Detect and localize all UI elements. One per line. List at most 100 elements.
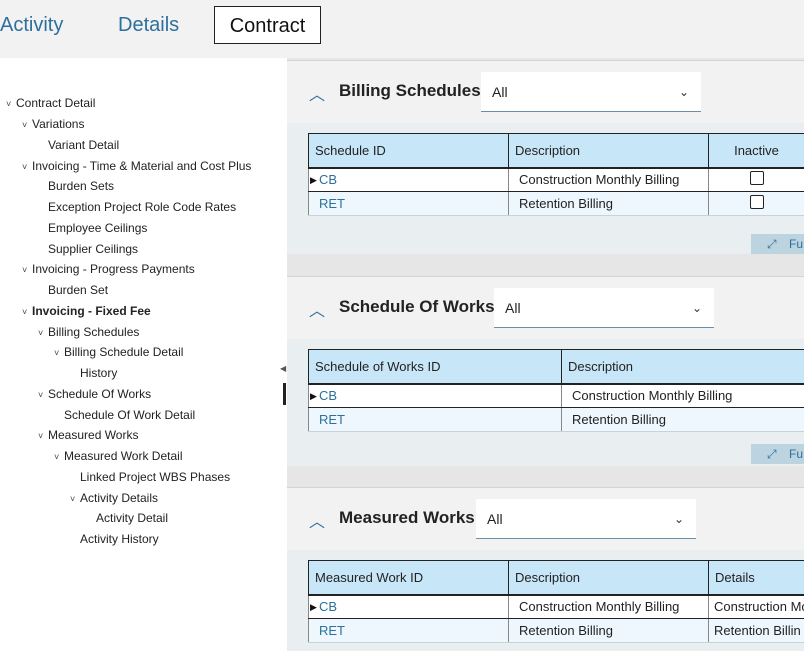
- button-label: Fu: [789, 237, 804, 251]
- column-header[interactable]: Schedule ID: [308, 133, 509, 169]
- tree-item-linked-wbs-phases[interactable]: Linked Project WBS Phases: [80, 469, 230, 485]
- table-row[interactable]: ▶ CB Construction Monthly Billing: [308, 167, 804, 192]
- billing-schedules-table: Schedule ID Description Inactive ▶ CB Con…: [308, 133, 804, 216]
- tree-item-supplier-ceilings[interactable]: Supplier Ceilings: [48, 241, 138, 257]
- section-header: ︿ Billing Schedules All ⌄: [287, 61, 804, 123]
- button-label: Fu: [789, 447, 804, 461]
- tree-item-history[interactable]: History: [80, 365, 117, 381]
- tree-item-burden-set[interactable]: Burden Set: [48, 282, 108, 298]
- tab-activity[interactable]: Activity: [0, 6, 63, 44]
- tree-item-invoicing-fixed-fee[interactable]: ˅ Invoicing - Fixed Fee: [22, 303, 151, 319]
- tree-item-schedule-of-work-detail[interactable]: Schedule Of Work Detail: [64, 407, 195, 423]
- tree-item-label: Billing Schedules: [48, 325, 140, 339]
- tree-item-variations[interactable]: ˅ Variations: [22, 116, 84, 132]
- cell-text: RET: [319, 412, 345, 427]
- chevron-down-icon: ˅: [22, 162, 28, 172]
- expand-arrows-icon: ⤢: [767, 447, 777, 461]
- chevron-down-icon: ˅: [22, 120, 28, 130]
- tree-item-activity-details[interactable]: ˅ Activity Details: [70, 490, 158, 506]
- tree-item-label: Contract Detail: [16, 96, 96, 110]
- tree-item-burden-sets[interactable]: Burden Sets: [48, 178, 114, 194]
- tree-item-label: Exception Project Role Code Rates: [48, 200, 237, 214]
- tree-item-label: Burden Set: [48, 283, 109, 297]
- row-pointer-icon: ▶: [310, 174, 317, 185]
- description-cell: Retention Billing: [561, 407, 804, 432]
- tree-item-schedule-of-works[interactable]: ˅ Schedule Of Works: [38, 386, 151, 402]
- inactive-cell: [708, 191, 804, 216]
- collapse-left-icon[interactable]: ◀: [280, 364, 286, 373]
- tree-item-variant-detail[interactable]: Variant Detail: [48, 137, 119, 153]
- schedule-id-cell[interactable]: RET: [308, 191, 509, 216]
- tree-item-label: Invoicing - Time & Material and Cost Plu…: [32, 159, 252, 173]
- section-title: Measured Works: [339, 508, 475, 527]
- full-screen-button[interactable]: ⤢ Fu: [751, 444, 804, 464]
- tree-item-invoicing-progress[interactable]: ˅ Invoicing - Progress Payments: [22, 261, 195, 277]
- description-cell: Construction Monthly Billing: [508, 594, 709, 619]
- full-screen-button[interactable]: ⤢ Fu: [751, 234, 804, 254]
- billing-filter-select[interactable]: All ⌄: [481, 72, 701, 112]
- schedule-id-cell[interactable]: ▶ CB: [308, 167, 509, 192]
- cell-text: CB: [319, 172, 338, 188]
- description-cell: Construction Monthly Billing: [561, 383, 804, 408]
- billing-schedules-section: ︿ Billing Schedules All ⌄ Schedule ID De…: [287, 60, 804, 254]
- tree-item-measured-work-detail[interactable]: ˅ Measured Work Detail: [54, 448, 183, 464]
- chevron-down-icon: ⌄: [673, 512, 684, 526]
- table-row[interactable]: RET Retention Billing: [308, 191, 804, 216]
- tree-item-exception-rates[interactable]: Exception Project Role Code Rates: [48, 199, 236, 215]
- column-header[interactable]: Details: [708, 560, 804, 596]
- schedule-id-cell[interactable]: RET: [308, 407, 562, 432]
- column-header[interactable]: Inactive: [708, 133, 804, 169]
- collapse-chevron-up-icon[interactable]: ︿: [309, 297, 325, 321]
- tab-details[interactable]: Details: [118, 6, 179, 44]
- inactive-checkbox[interactable]: [749, 171, 764, 186]
- tree-item-label: Employee Ceilings: [48, 221, 148, 235]
- tab-contract[interactable]: Contract: [214, 6, 321, 44]
- column-header[interactable]: Description: [561, 349, 804, 385]
- details-cell: Retention Billin: [708, 618, 804, 643]
- tree-item-label: Schedule Of Works: [48, 387, 152, 401]
- cell-text: RET: [319, 623, 345, 638]
- table-row[interactable]: RET Retention Billing Retention Billin: [308, 618, 804, 643]
- section-title: Billing Schedules: [339, 81, 481, 100]
- tree-item-activity-detail[interactable]: Activity Detail: [96, 510, 168, 526]
- tree-item-billing-schedule-detail[interactable]: ˅ Billing Schedule Detail: [54, 344, 183, 360]
- tree-item-label: Measured Works: [48, 428, 139, 442]
- contract-nav-tree: ˅ Contract Detail ˅ Variations Variant Det…: [0, 58, 287, 651]
- measured-id-cell[interactable]: RET: [308, 618, 509, 643]
- collapse-chevron-up-icon[interactable]: ︿: [309, 508, 325, 532]
- tree-item-invoicing-tm[interactable]: ˅ Invoicing - Time & Material and Cost Pl…: [22, 158, 251, 174]
- table-row[interactable]: RET Retention Billing: [308, 407, 804, 432]
- tree-item-label: Supplier Ceilings: [48, 242, 139, 256]
- section-title: Schedule Of Works: [339, 297, 495, 316]
- tree-item-label: Invoicing - Progress Payments: [32, 262, 195, 276]
- table-row[interactable]: ▶ CB Construction Monthly Billing: [308, 383, 804, 408]
- tree-item-billing-schedules[interactable]: ˅ Billing Schedules: [38, 324, 139, 340]
- column-header[interactable]: Measured Work ID: [308, 560, 509, 596]
- schedule-filter-select[interactable]: All ⌄: [494, 288, 714, 328]
- top-tab-bar: Activity Details Contract: [0, 0, 804, 58]
- chevron-down-icon: ˅: [22, 307, 28, 317]
- tree-item-label: Schedule Of Work Detail: [64, 408, 196, 422]
- chevron-down-icon: ˅: [54, 348, 60, 358]
- table-row[interactable]: ▶ CB Construction Monthly Billing Constru…: [308, 594, 804, 619]
- panel-splitter[interactable]: [283, 383, 286, 405]
- select-value: All: [505, 300, 521, 316]
- tree-item-employee-ceilings[interactable]: Employee Ceilings: [48, 220, 147, 236]
- column-header[interactable]: Schedule of Works ID: [308, 349, 562, 385]
- inactive-checkbox[interactable]: [749, 195, 764, 209]
- description-cell: Retention Billing: [508, 191, 709, 216]
- tree-item-activity-history[interactable]: Activity History: [80, 531, 159, 547]
- schedule-of-works-table: Schedule of Works ID Description ▶ CB Con…: [308, 349, 804, 432]
- measured-filter-select[interactable]: All ⌄: [476, 499, 696, 539]
- column-header[interactable]: Description: [508, 560, 709, 596]
- measured-id-cell[interactable]: ▶ CB: [308, 594, 509, 619]
- tree-item-label: Billing Schedule Detail: [64, 345, 184, 359]
- column-header[interactable]: Description: [508, 133, 709, 169]
- collapse-chevron-up-icon[interactable]: ︿: [309, 81, 325, 105]
- schedule-id-cell[interactable]: ▶ CB: [308, 383, 562, 408]
- measured-works-section: ︿ Measured Works All ⌄ Measured Work ID …: [287, 487, 804, 651]
- tree-item-contract-detail[interactable]: ˅ Contract Detail: [6, 95, 95, 111]
- tree-item-measured-works[interactable]: ˅ Measured Works: [38, 427, 138, 443]
- cell-text: RET: [319, 196, 345, 211]
- tree-item-label: Variations: [32, 117, 85, 131]
